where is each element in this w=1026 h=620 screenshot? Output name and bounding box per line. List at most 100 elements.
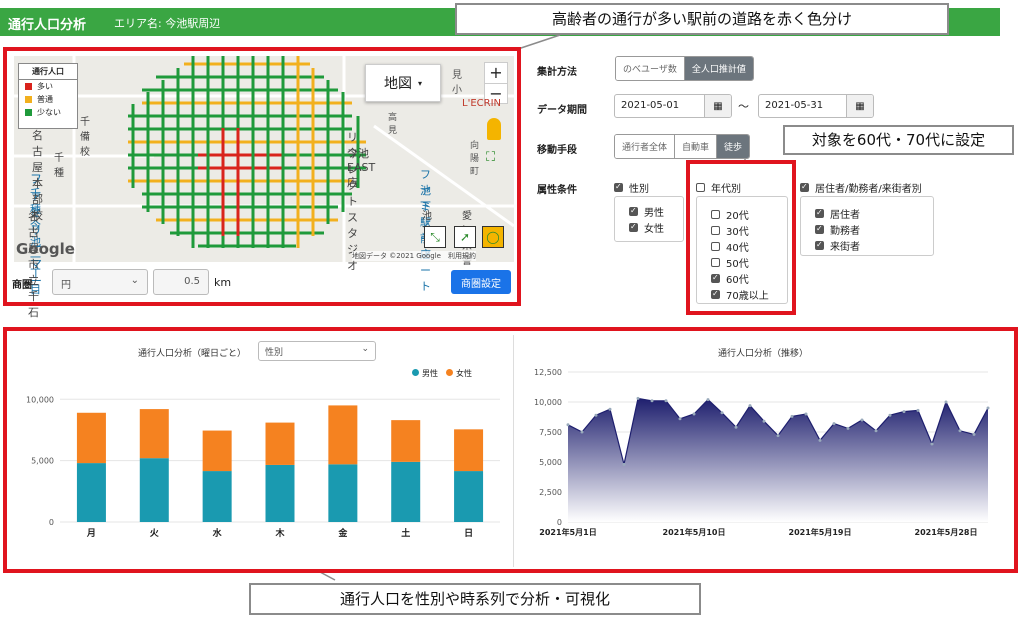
age-60s-checkbox[interactable]: 60代 bbox=[711, 271, 787, 286]
shoken-set-button[interactable]: 商圏設定 bbox=[451, 270, 511, 294]
legend-swatch bbox=[25, 83, 32, 90]
y-tick-label: 5,000 bbox=[31, 457, 54, 466]
radius-unit: km bbox=[214, 276, 232, 289]
map-label: 今池EAST店 bbox=[347, 147, 376, 189]
bar-male bbox=[391, 461, 421, 522]
legend-female: 女性 bbox=[446, 368, 472, 379]
data-point bbox=[636, 396, 640, 400]
y-tick-label: 10,000 bbox=[534, 398, 562, 407]
transport-option-car[interactable]: 自動車 bbox=[675, 135, 718, 158]
legend-title: 通行人口 bbox=[19, 64, 77, 80]
agg-option-nobe-users[interactable]: のべユーザ数 bbox=[616, 57, 685, 80]
bar-female bbox=[454, 429, 484, 472]
transport-option-all[interactable]: 通行者全体 bbox=[615, 135, 676, 158]
callout-age-text: 対象を60代・70代に設定 bbox=[811, 131, 986, 149]
age-70plus-checkbox[interactable]: 70歳以上 bbox=[711, 287, 787, 302]
map-label: 名古屋市立千石 bbox=[28, 210, 39, 319]
checkbox-unchecked bbox=[696, 183, 705, 192]
map-type-label: 地図 bbox=[383, 76, 412, 92]
google-logo: Google bbox=[16, 240, 75, 258]
resident-checkbox-item[interactable]: 居住者 bbox=[815, 206, 933, 221]
period-label: データ期間 bbox=[537, 105, 587, 116]
data-point bbox=[832, 422, 836, 426]
resident-panel: 居住者 勤務者 来街者 bbox=[800, 196, 934, 256]
chevron-down-icon: ⌄ bbox=[361, 344, 369, 354]
data-point bbox=[748, 404, 752, 408]
data-point bbox=[930, 442, 934, 446]
x-tick-label: 水 bbox=[213, 527, 223, 539]
gender-checkbox[interactable]: 性別 bbox=[614, 180, 649, 195]
y-tick-label: 5,000 bbox=[539, 458, 562, 467]
data-point bbox=[734, 425, 738, 429]
calendar-icon[interactable]: ▦ bbox=[846, 95, 873, 117]
bar-legend: 男性 女性 bbox=[412, 368, 472, 379]
worker-checkbox-item[interactable]: 勤務者 bbox=[815, 222, 933, 237]
legend-item-many: 多い bbox=[19, 80, 77, 93]
age-30s-checkbox[interactable]: 30代 bbox=[711, 223, 787, 238]
data-point bbox=[650, 399, 654, 403]
data-point bbox=[818, 438, 822, 442]
transport-option-walk[interactable]: 徒歩 bbox=[717, 135, 750, 158]
callout-age: 対象を60代・70代に設定 bbox=[783, 125, 1014, 155]
date-range-separator: ～ bbox=[738, 100, 749, 113]
data-point bbox=[804, 412, 808, 416]
x-tick-label: 日 bbox=[464, 528, 473, 539]
agg-option-population-estimate[interactable]: 全人口推計値 bbox=[684, 57, 753, 80]
map-attribution[interactable]: 地図データ ©2021 Google 利用規約 bbox=[352, 251, 476, 261]
bar-female bbox=[76, 412, 106, 464]
y-tick-label: 12,500 bbox=[534, 368, 562, 377]
age-40s-checkbox[interactable]: 40代 bbox=[711, 239, 787, 254]
age-panel: 20代 30代 40代 50代 60代 70歳以上 bbox=[696, 196, 788, 304]
x-tick-label: 木 bbox=[274, 527, 285, 539]
caret-down-icon: ▾ bbox=[417, 78, 422, 88]
data-point bbox=[986, 406, 990, 410]
gender-panel: 男性 女性 bbox=[614, 196, 684, 242]
data-point bbox=[594, 413, 598, 417]
age-50s-checkbox[interactable]: 50代 bbox=[711, 255, 787, 270]
legend-item-normal: 普通 bbox=[19, 93, 77, 106]
data-point bbox=[916, 408, 920, 412]
bar-male bbox=[265, 464, 295, 522]
map-type-dropdown[interactable]: 地図 ▾ bbox=[365, 64, 441, 102]
callout-bottom: 通行人口を性別や時系列で分析・可視化 bbox=[249, 583, 701, 615]
draw-shape-tool-icon[interactable]: ⤡ bbox=[424, 226, 446, 248]
resident-checkbox[interactable]: 居住者/勤務者/来街者別 bbox=[800, 180, 922, 195]
visitor-checkbox-item[interactable]: 来街者 bbox=[815, 238, 933, 253]
date-to-field[interactable]: 2021-05-31 ▦ bbox=[758, 94, 874, 118]
y-tick-label: 7,500 bbox=[539, 428, 562, 437]
calendar-icon[interactable]: ▦ bbox=[704, 95, 731, 117]
circle-tool-icon[interactable]: ◯ bbox=[482, 226, 504, 248]
y-tick-label: 0 bbox=[557, 518, 562, 527]
transport-toggle: 通行者全体 自動車 徒歩 bbox=[614, 134, 751, 159]
fullscreen-icon[interactable]: ⛶ bbox=[486, 150, 495, 165]
bar-male bbox=[202, 471, 232, 522]
data-point bbox=[622, 462, 626, 466]
x-tick-label: 月 bbox=[86, 528, 96, 539]
zoom-in-button[interactable]: + bbox=[485, 63, 507, 84]
x-tick-label: 2021年5月19日 bbox=[789, 527, 852, 537]
x-tick-label: 2021年5月10日 bbox=[663, 527, 726, 537]
data-point bbox=[958, 429, 962, 433]
bar-chart: 0 5,000 10,000 月 火 水 木 金 土 日 bbox=[26, 395, 500, 539]
pegman-icon[interactable] bbox=[487, 118, 501, 140]
bar-female bbox=[202, 430, 232, 472]
bar-female bbox=[139, 409, 169, 459]
legend-swatch bbox=[25, 109, 32, 116]
area-chart: 0 2,500 5,000 7,500 10,000 12,500 2021年5月1日 202… bbox=[534, 368, 990, 537]
radius-input[interactable]: 0.5 bbox=[153, 269, 209, 295]
gender-male-checkbox[interactable]: 男性 bbox=[629, 204, 683, 219]
date-from-field[interactable]: 2021-05-01 ▦ bbox=[614, 94, 732, 118]
bar-male bbox=[454, 471, 484, 522]
shape-select[interactable]: 円 ⌄ bbox=[52, 269, 148, 295]
bar-chart-selector[interactable]: 性別 ⌄ bbox=[258, 341, 376, 361]
gender-female-checkbox[interactable]: 女性 bbox=[629, 220, 683, 235]
age-checkbox[interactable]: 年代別 bbox=[696, 180, 741, 195]
area-fill bbox=[568, 398, 988, 522]
y-tick-label: 2,500 bbox=[539, 488, 562, 497]
data-point bbox=[902, 410, 906, 414]
select-tool-icon[interactable]: ➚ bbox=[454, 226, 476, 248]
data-point bbox=[664, 399, 668, 403]
age-20s-checkbox[interactable]: 20代 bbox=[711, 207, 787, 222]
data-point bbox=[706, 398, 710, 402]
bar-male bbox=[76, 463, 106, 522]
